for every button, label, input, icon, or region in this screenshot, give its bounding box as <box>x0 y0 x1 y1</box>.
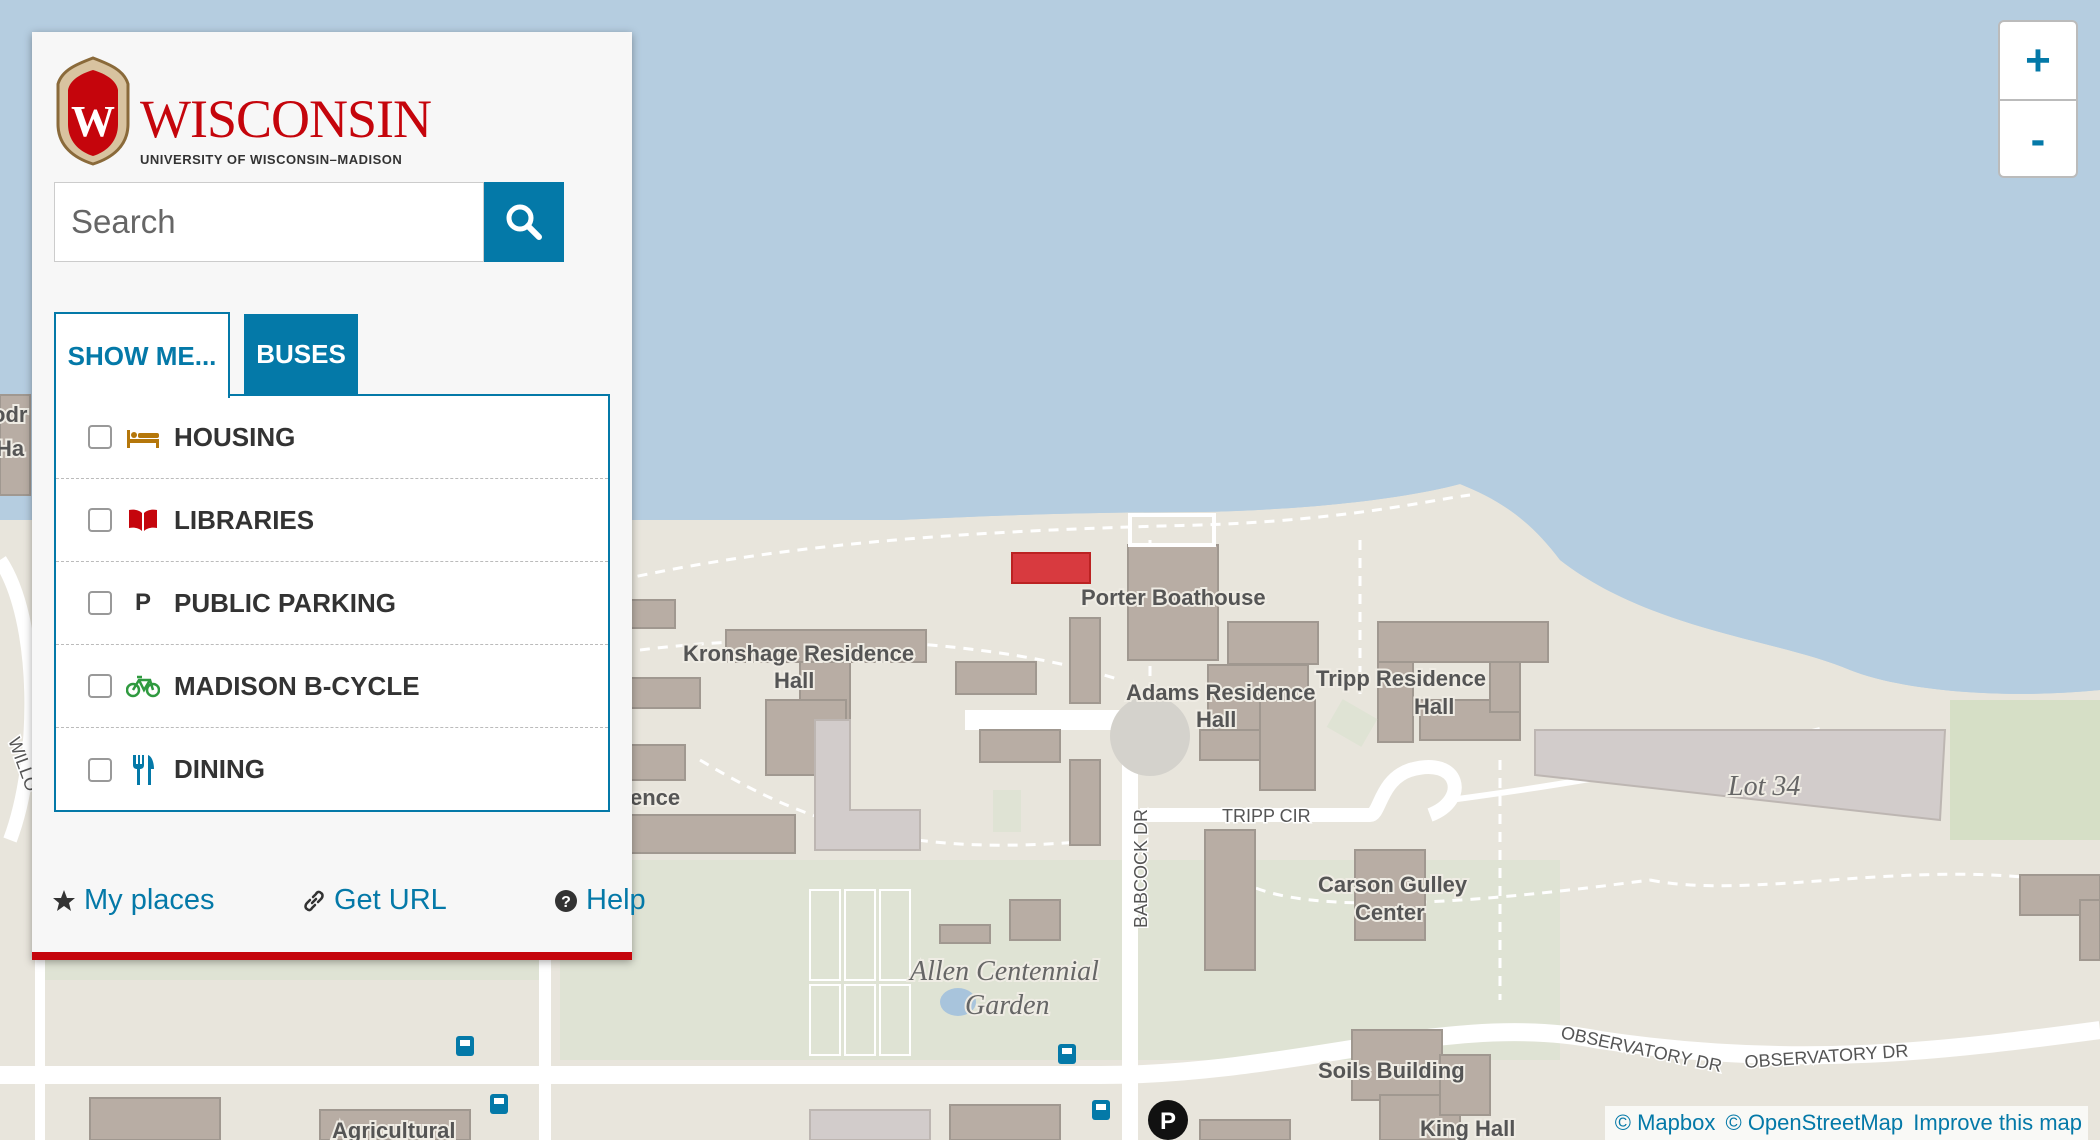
garden-label-2: Garden <box>965 990 1050 1021</box>
kronshage-label-2: Hall <box>774 668 814 693</box>
parking-marker-label: P <box>1160 1108 1176 1135</box>
ence-label: ence <box>630 785 680 810</box>
dining-label: DINING <box>174 754 265 784</box>
osm-link[interactable]: © OpenStreetMap <box>1726 1110 1904 1135</box>
porter-label: Porter Boathouse <box>1081 585 1266 610</box>
housing-label: HOUSING <box>174 421 296 452</box>
park-area <box>1950 700 2100 840</box>
tripp-label-2: Hall <box>1414 694 1454 719</box>
roundabout <box>1110 696 1190 776</box>
tab-show-me[interactable]: SHOW ME... <box>54 312 230 398</box>
adams-label-2: Hall <box>1196 707 1236 732</box>
book-icon <box>126 508 160 532</box>
map-attribution: © Mapbox © OpenStreetMap Improve this ma… <box>1604 1106 2088 1140</box>
parking-letter-icon: P <box>134 589 151 616</box>
agricultural-label: Agricultural <box>332 1118 455 1140</box>
garden-label-1: Allen Centennial <box>908 956 1099 987</box>
dining-checkbox[interactable] <box>88 757 112 782</box>
help-label: Help <box>586 884 646 916</box>
svg-text:W: W <box>71 97 115 146</box>
link-icon <box>302 889 326 913</box>
layer-list: HOUSING LIBRARIES P PUBLIC PARKING MADIS… <box>54 394 610 812</box>
highlighted-building <box>1011 552 1091 584</box>
bcycle-checkbox[interactable] <box>88 674 112 698</box>
tripp-label-1: Tripp Residence <box>1316 666 1486 691</box>
get-url-label: Get URL <box>334 884 447 916</box>
tripp-cir-label: TRIPP CIR <box>1222 806 1311 826</box>
kronshage-label-1: Kronshage Residence <box>683 641 914 666</box>
housing-checkbox[interactable] <box>88 425 112 449</box>
layer-item-public-parking[interactable]: P PUBLIC PARKING <box>56 562 608 645</box>
help-link[interactable]: ? Help <box>554 884 646 917</box>
bicycle-icon <box>126 674 160 698</box>
search-input[interactable] <box>54 182 484 262</box>
search-icon <box>506 204 542 240</box>
zoom-out-button[interactable]: - <box>2000 101 2076 178</box>
parking-checkbox[interactable] <box>88 591 112 615</box>
improve-map-link[interactable]: Improve this map <box>1913 1110 2082 1135</box>
layer-item-libraries[interactable]: LIBRARIES <box>56 479 608 562</box>
king-label: King Hall <box>1420 1116 1515 1140</box>
wordmark-subtitle: UNIVERSITY OF WISCONSIN–MADISON <box>140 152 403 167</box>
my-places-link[interactable]: My places <box>52 884 215 917</box>
layer-item-bcycle[interactable]: MADISON B-CYCLE <box>56 645 608 728</box>
adams-label-1: Adams Residence <box>1126 680 1316 705</box>
help-icon: ? <box>554 889 578 913</box>
fork-knife-icon <box>126 754 160 785</box>
layer-item-dining[interactable]: DINING <box>56 728 608 811</box>
babcock-label: BABCOCK DR <box>1131 809 1151 928</box>
libraries-checkbox[interactable] <box>88 508 112 532</box>
left-label-1: odr <box>0 402 28 427</box>
my-places-label: My places <box>84 884 215 916</box>
layer-item-housing[interactable]: HOUSING <box>56 396 608 479</box>
bed-icon <box>126 426 160 448</box>
parking-label: PUBLIC PARKING <box>174 587 396 618</box>
mapbox-link[interactable]: © Mapbox <box>1615 1110 1716 1135</box>
crest-icon: W <box>56 56 130 166</box>
tab-buses[interactable]: BUSES <box>244 314 358 394</box>
left-label-2: Ha <box>0 436 25 461</box>
wordmark: WISCONSIN <box>140 89 432 149</box>
carson-label-1: Carson Gulley <box>1318 872 1468 897</box>
panel-footer: My places Get URL ? Help <box>52 884 646 924</box>
zoom-in-button[interactable]: + <box>2000 22 2076 101</box>
libraries-label: LIBRARIES <box>174 504 315 535</box>
search-button[interactable] <box>484 182 564 262</box>
star-icon <box>52 889 76 913</box>
carson-label-2: Center <box>1355 900 1425 925</box>
soils-label: Soils Building <box>1318 1058 1465 1083</box>
side-panel: W WISCONSIN UNIVERSITY OF WISCONSIN–MADI… <box>32 32 646 960</box>
zoom-control: + - <box>1998 20 2078 178</box>
lot34-label: Lot 34 <box>1727 771 1800 802</box>
bcycle-label: MADISON B-CYCLE <box>174 670 420 701</box>
get-url-link[interactable]: Get URL <box>302 884 447 917</box>
svg-text:?: ? <box>561 894 571 911</box>
